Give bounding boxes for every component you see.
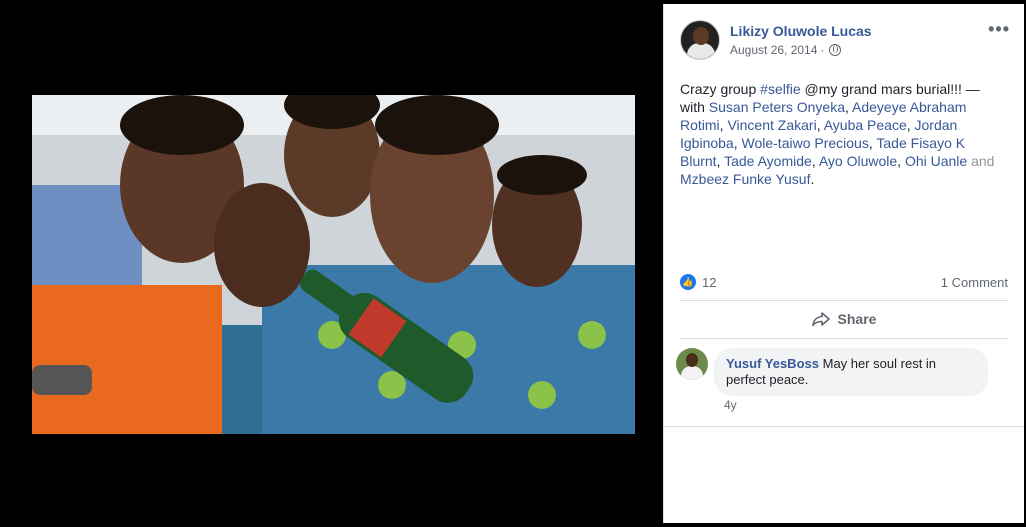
comment: Yusuf YesBoss May her soul rest in perfe… [676, 348, 988, 396]
tagged-person[interactable]: Ohi Uanle [905, 153, 967, 169]
post-header: Likizy Oluwole Lucas August 26, 2014 · [680, 20, 872, 60]
hashtag-link[interactable]: #selfie [760, 81, 800, 97]
post-photo[interactable] [32, 95, 635, 434]
like-count[interactable]: 👍 12 [680, 274, 716, 290]
and-word: and [967, 153, 995, 169]
divider [664, 426, 1024, 427]
commenter-name[interactable]: Yusuf YesBoss [726, 356, 819, 371]
tagged-person[interactable]: Vincent Zakari [727, 117, 816, 133]
divider [680, 300, 1008, 301]
commenter-avatar[interactable] [676, 348, 708, 380]
selfie-illustration [32, 95, 635, 434]
tagged-person[interactable]: Ayuba Peace [824, 117, 907, 133]
post-panel: Likizy Oluwole Lucas August 26, 2014 · •… [663, 4, 1024, 523]
comment-bubble: Yusuf YesBoss May her soul rest in perfe… [714, 348, 988, 396]
author-name[interactable]: Likizy Oluwole Lucas [730, 22, 872, 40]
divider [680, 338, 1008, 339]
tagged-person[interactable]: Tade Ayomide [724, 153, 812, 169]
tagged-person[interactable]: Ayo Oluwole [819, 153, 897, 169]
comment-timestamp[interactable]: 4y [724, 398, 737, 412]
end-punctuation: . [810, 171, 815, 187]
share-button[interactable]: Share [680, 304, 1008, 334]
post-text: Crazy group #selfie @my grand mars buria… [680, 81, 995, 187]
reactions-bar: 👍 12 1 Comment [680, 272, 1008, 292]
comments-count-link[interactable]: 1 Comment [941, 275, 1008, 290]
tagged-person[interactable]: Wole-taiwo Precious [742, 135, 869, 151]
photo-viewer [0, 0, 663, 527]
date-separator: · [820, 43, 825, 57]
share-icon [811, 312, 830, 327]
author-avatar[interactable] [680, 20, 720, 60]
more-options-icon[interactable]: ••• [988, 20, 1010, 38]
thumbs-up-icon: 👍 [680, 274, 696, 290]
like-count-number: 12 [702, 274, 717, 290]
tagged-person[interactable]: Mzbeez Funke Yusuf [680, 171, 810, 187]
post-text-prefix: Crazy group [680, 81, 761, 97]
comments-section: Yusuf YesBoss May her soul rest in perfe… [664, 340, 1024, 424]
post-date[interactable]: August 26, 2014 [730, 43, 817, 57]
tagged-person[interactable]: Susan Peters Onyeka [709, 99, 845, 115]
globe-icon [829, 44, 842, 56]
share-label: Share [837, 311, 877, 327]
